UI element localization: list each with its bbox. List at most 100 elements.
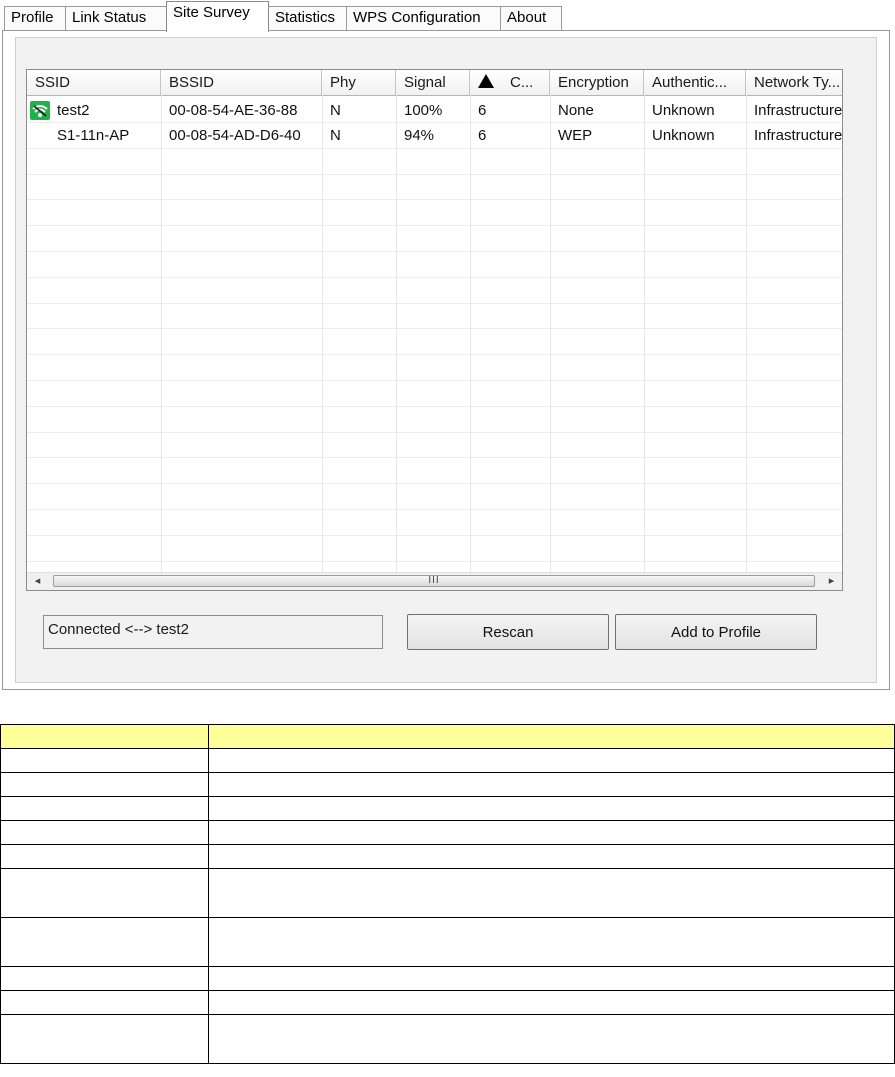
table-cell <box>208 724 895 749</box>
table-cell <box>208 844 895 869</box>
cell-encryption: None <box>558 102 594 119</box>
grid-row-line <box>27 354 842 355</box>
grid-row-line <box>27 457 842 458</box>
table-row <box>0 966 895 991</box>
table-cell <box>208 990 895 1015</box>
column-signal-label: Signal <box>404 74 446 91</box>
table-cell <box>0 917 209 967</box>
table-row <box>0 917 895 967</box>
column-ssid[interactable]: SSID <box>27 70 161 95</box>
column-ssid-label: SSID <box>35 74 71 91</box>
tab-profile[interactable]: Profile <box>4 6 66 30</box>
grid-row-line <box>27 380 842 381</box>
grid-column-line <box>161 95 162 573</box>
rescan-button[interactable]: Rescan <box>407 614 609 650</box>
column-encryption[interactable]: Encryption <box>550 70 644 95</box>
cell-encryption: WEP <box>558 127 593 144</box>
grid-column-line <box>396 95 397 573</box>
grid-row-line <box>27 277 842 278</box>
table-row <box>0 1014 895 1064</box>
cell-ssid: test2 <box>57 102 90 119</box>
grid-row-line <box>27 148 842 149</box>
table-header-row <box>0 724 895 749</box>
column-channel[interactable]: C... <box>470 70 550 95</box>
table-cell <box>208 1014 895 1064</box>
sort-ascending-icon <box>478 74 494 88</box>
grid-column-line <box>746 95 747 573</box>
table-cell <box>208 868 895 918</box>
tab-statistics[interactable]: Statistics <box>268 6 347 30</box>
grid-row-line <box>27 251 842 252</box>
column-authentication[interactable]: Authentic... <box>644 70 746 95</box>
column-bssid-label: BSSID <box>169 74 215 91</box>
grid-column-line <box>644 95 645 573</box>
column-encryption-label: Encryption <box>558 74 629 91</box>
table-row <box>0 844 895 869</box>
column-phy[interactable]: Phy <box>322 70 396 95</box>
cell-phy: N <box>330 102 341 119</box>
tab-about[interactable]: About <box>500 6 562 30</box>
table-row <box>0 868 895 918</box>
table-row[interactable]: S1-11n-AP 00-08-54-AD-D6-40 N 94% 6 WEP … <box>27 123 842 148</box>
table-cell <box>0 868 209 918</box>
grid-row-line <box>27 561 842 562</box>
cell-bssid: 00-08-54-AE-36-88 <box>169 102 298 119</box>
table-row <box>0 748 895 773</box>
cell-signal: 100% <box>404 102 443 119</box>
table-cell <box>0 844 209 869</box>
table-cell <box>208 772 895 797</box>
table-cell <box>0 748 209 773</box>
table-cell <box>208 748 895 773</box>
table-row <box>0 990 895 1015</box>
column-bssid[interactable]: BSSID <box>161 70 322 95</box>
tab-wps-configuration[interactable]: WPS Configuration <box>346 6 501 30</box>
scroll-left-icon[interactable]: ◂ <box>29 573 46 590</box>
grid-row-line <box>27 328 842 329</box>
grid-row-line <box>27 535 842 536</box>
cell-network-type: Infrastructure <box>754 127 843 144</box>
column-signal[interactable]: Signal <box>396 70 470 95</box>
column-network-type[interactable]: Network Ty... <box>746 70 842 95</box>
tab-link-status[interactable]: Link Status <box>65 6 167 30</box>
table-row <box>0 796 895 821</box>
grid-row-line <box>27 174 842 175</box>
table-cell <box>0 990 209 1015</box>
column-phy-label: Phy <box>330 74 356 91</box>
table-row[interactable]: test2 00-08-54-AE-36-88 N 100% 6 None Un… <box>27 98 842 123</box>
description-table <box>0 724 895 1064</box>
column-authentication-label: Authentic... <box>652 74 728 91</box>
network-list[interactable]: SSID BSSID Phy Signal C... Encryption Au… <box>26 69 843 591</box>
column-network-type-label: Network Ty... <box>754 74 841 91</box>
grid-row-line <box>27 406 842 407</box>
table-cell <box>0 796 209 821</box>
cell-signal: 94% <box>404 127 435 144</box>
column-channel-label: C... <box>510 74 534 91</box>
grid-row-line <box>27 509 842 510</box>
list-header: SSID BSSID Phy Signal C... Encryption Au… <box>27 70 842 96</box>
horizontal-scrollbar[interactable]: ◂ III ▸ <box>27 572 842 590</box>
table-row <box>0 820 895 845</box>
grid-row-line <box>27 303 842 304</box>
site-survey-panel: SSID BSSID Phy Signal C... Encryption Au… <box>2 30 890 690</box>
table-cell <box>0 724 209 749</box>
cell-authentication: Unknown <box>652 127 715 144</box>
grid-column-line <box>550 95 551 573</box>
cell-channel: 6 <box>478 127 487 144</box>
connection-status-box: Connected <--> test2 <box>43 615 383 649</box>
table-row <box>0 772 895 797</box>
cell-network-type: Infrastructure <box>754 102 843 119</box>
scroll-right-icon[interactable]: ▸ <box>823 573 840 590</box>
table-cell <box>0 1014 209 1064</box>
tab-site-survey[interactable]: Site Survey <box>166 1 269 32</box>
cell-authentication: Unknown <box>652 102 715 119</box>
scrollbar-thumb[interactable]: III <box>53 575 815 587</box>
table-cell <box>0 966 209 991</box>
cell-phy: N <box>330 127 341 144</box>
add-to-profile-button[interactable]: Add to Profile <box>615 614 817 650</box>
grid-column-line <box>470 95 471 573</box>
grid-row-line <box>27 483 842 484</box>
table-cell <box>208 796 895 821</box>
table-cell <box>0 820 209 845</box>
grid-row-line <box>27 432 842 433</box>
grid-column-line <box>322 95 323 573</box>
